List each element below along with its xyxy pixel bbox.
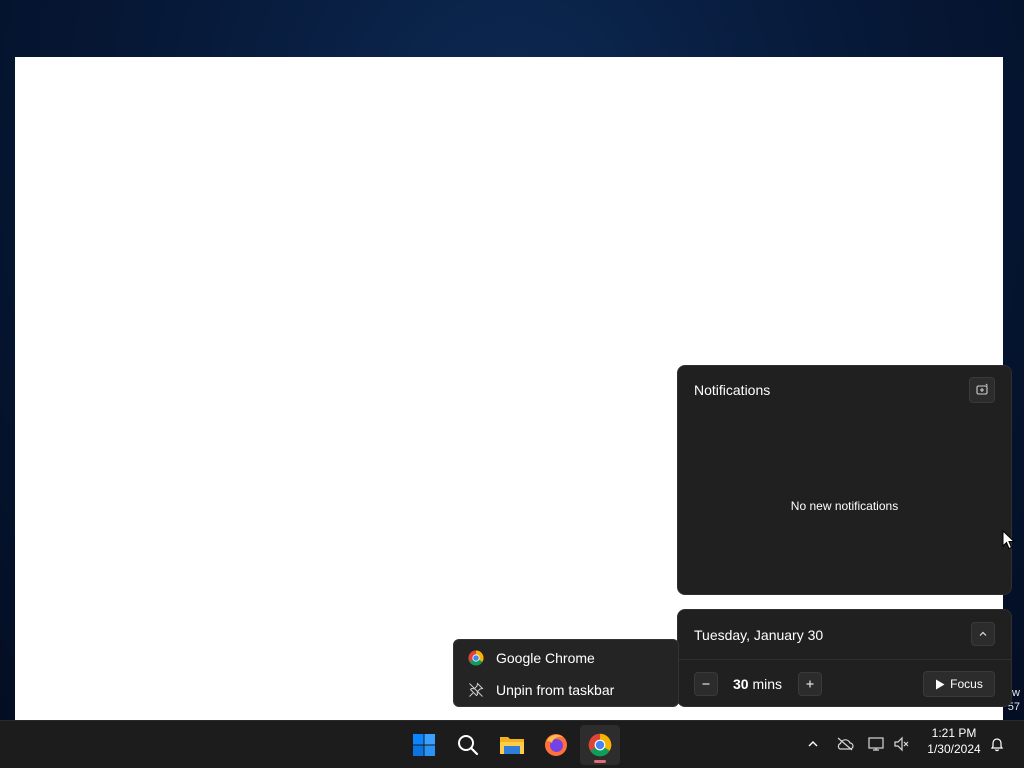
chevron-up-icon [979,631,987,636]
firefox-button[interactable] [536,725,576,765]
windows-logo-icon [413,734,435,756]
chevron-up-icon [808,741,818,747]
chrome-icon [468,650,484,666]
unpin-icon [469,682,484,697]
cloud-offline-icon [837,737,854,751]
start-button[interactable] [404,725,444,765]
clock-date: 1/30/2024 [927,742,981,756]
folder-icon [500,737,524,754]
volume-status[interactable] [891,733,913,755]
focus-decrease-button[interactable] [694,672,718,696]
calendar-panel: Tuesday, January 30 30 mins Focus [677,609,1012,707]
chrome-jump-list: Google Chrome Unpin from taskbar [453,639,679,707]
network-status[interactable] [866,733,888,755]
no-notifications-message: No new notifications [790,499,899,513]
taskbar: 1:21 PM 1/30/2024 [0,720,1024,768]
chrome-icon [588,733,612,757]
notification-settings-icon [976,383,988,395]
calendar-date: Tuesday, January 30 [694,627,824,643]
notifications-title: Notifications [694,382,771,398]
mouse-cursor-icon [1002,530,1016,550]
jump-list-unpin[interactable]: Unpin from taskbar [468,679,614,701]
focus-button-label: Focus [950,677,983,691]
focus-increase-button[interactable] [798,672,822,696]
chrome-taskbar-button[interactable] [580,725,620,765]
active-app-indicator [594,760,606,763]
onedrive-status[interactable] [834,733,856,755]
focus-button[interactable]: Focus [923,671,995,697]
minus-icon [702,683,710,685]
network-icon [868,737,884,751]
show-hidden-icons-button[interactable] [802,733,824,755]
notification-center-button[interactable] [986,733,1008,755]
calendar-divider [678,659,1011,660]
volume-muted-icon [894,736,909,752]
plus-icon [806,680,814,688]
search-icon [458,735,479,756]
play-icon [936,679,945,689]
file-explorer-button[interactable] [492,725,532,765]
search-button[interactable] [448,725,488,765]
taskbar-clock[interactable]: 1:21 PM 1/30/2024 [922,725,986,757]
focus-duration-value: 30 [733,676,749,692]
jump-list-unpin-label: Unpin from taskbar [496,682,615,698]
clock-time: 1:21 PM [931,726,977,740]
bell-icon [990,738,1004,752]
notifications-panel: Notifications No new notifications [677,365,1012,595]
focus-duration: 30 mins [733,676,782,692]
jump-list-app-name: Google Chrome [496,650,595,666]
firefox-icon [545,734,567,756]
notification-settings-button[interactable] [969,377,995,403]
focus-duration-unit: mins [752,676,783,692]
jump-list-open-chrome[interactable]: Google Chrome [468,647,595,669]
calendar-collapse-button[interactable] [971,622,995,646]
